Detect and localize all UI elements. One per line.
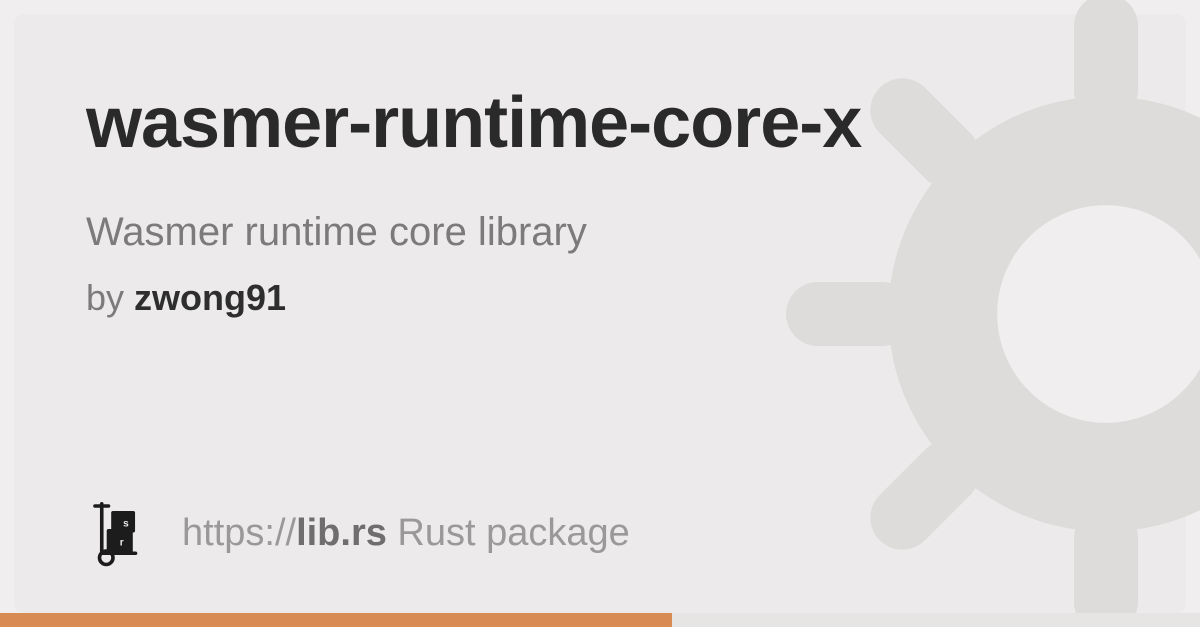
accent-bar [0, 613, 1200, 627]
url-domain: lib.rs [296, 512, 387, 554]
package-byline: by zwong91 [86, 277, 1114, 319]
librs-logo-icon: r s [86, 497, 158, 569]
by-prefix: by [86, 277, 134, 318]
package-description: Wasmer runtime core library [86, 210, 1114, 255]
footer: r s https://lib.rs Rust package [86, 497, 630, 569]
package-name: wasmer-runtime-core-x [86, 86, 1114, 162]
url-prefix: https:// [182, 512, 296, 554]
svg-text:r: r [120, 537, 124, 548]
url-suffix: Rust package [387, 512, 630, 554]
package-author: zwong91 [134, 277, 286, 318]
package-card: wasmer-runtime-core-x Wasmer runtime cor… [14, 14, 1186, 613]
accent-bar-fill [0, 613, 672, 627]
svg-text:s: s [123, 518, 129, 529]
footer-url: https://lib.rs Rust package [182, 512, 630, 555]
accent-bar-track [672, 613, 1200, 627]
